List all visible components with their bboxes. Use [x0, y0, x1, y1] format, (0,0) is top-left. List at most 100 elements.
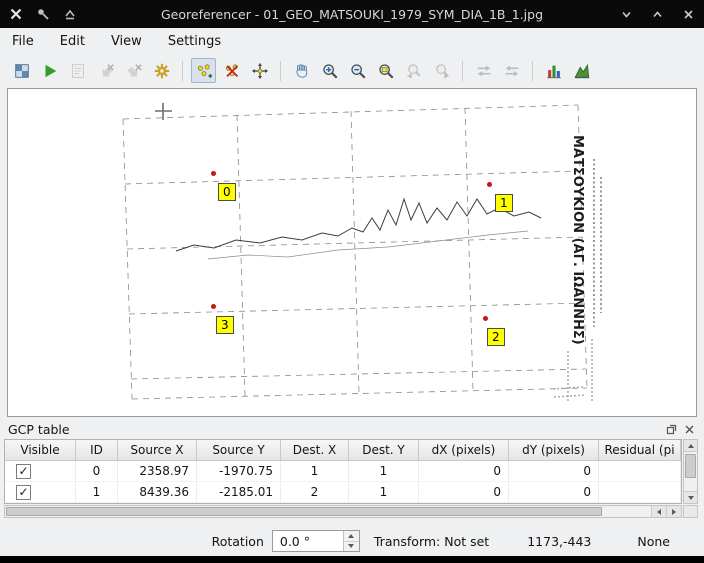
titlebar[interactable]: Georeferencer - 01_GEO_MATSOUKI_1979_SYM… — [0, 0, 704, 28]
add-point-icon — [195, 62, 213, 80]
horizontal-scrollbar-thumb[interactable] — [6, 507, 602, 516]
column-header-dest-y[interactable]: Dest. Y — [349, 440, 419, 461]
source-y-cell[interactable]: -1970.75 — [197, 461, 281, 482]
load-gcp-points-icon — [97, 62, 115, 80]
scroll-down-arrow-icon[interactable] — [684, 491, 697, 503]
zoom-next-button[interactable] — [429, 58, 454, 83]
panel-close-button[interactable] — [683, 423, 696, 436]
transformation-settings-button[interactable] — [149, 58, 174, 83]
dest-x-cell[interactable]: 1 — [281, 461, 349, 482]
generate-gdal-script-button[interactable] — [65, 58, 90, 83]
scanned-map-image: ΜΑΤΣΟΥΚΙΟΝ (ΑΓ. ΙΩΑΝΝΗΣ) — [8, 89, 696, 416]
toolbar-separator — [462, 61, 463, 81]
source-y-cell[interactable]: -2185.01 — [197, 482, 281, 503]
column-header-visible[interactable]: Visible — [5, 440, 76, 461]
keep-above-icon[interactable] — [62, 6, 78, 22]
rotation-spinner[interactable]: 0.0 ° — [272, 530, 360, 552]
dest-x-cell[interactable]: 2 — [281, 482, 349, 503]
gcp-marker-label-1[interactable]: 1 — [495, 194, 513, 212]
vertical-scrollbar-thumb[interactable] — [685, 454, 696, 478]
gcp-marker-dot-2[interactable] — [483, 316, 488, 321]
source-x-cell[interactable]: 2358.97 — [118, 461, 197, 482]
spinner-down-button[interactable] — [344, 542, 359, 552]
gcp-panel-header: GCP table — [0, 419, 704, 439]
delete-point-button[interactable] — [219, 58, 244, 83]
rotation-label: Rotation — [212, 534, 264, 549]
local-histogram-stretch-button[interactable] — [569, 58, 594, 83]
id-cell[interactable]: 1 — [76, 482, 118, 503]
load-gcp-points-button[interactable] — [93, 58, 118, 83]
maximize-button[interactable] — [649, 6, 665, 22]
gcp-marker-dot-3[interactable] — [211, 304, 216, 309]
dy-cell[interactable]: 0 — [509, 461, 599, 482]
gcp-marker-label-2[interactable]: 2 — [487, 328, 505, 346]
save-gcp-points-button[interactable] — [121, 58, 146, 83]
residual-cell[interactable] — [599, 482, 681, 503]
scroll-left-arrow-icon[interactable] — [651, 506, 666, 517]
pan-button[interactable] — [289, 58, 314, 83]
link-qgis-to-georeferencer-button[interactable] — [499, 58, 524, 83]
scroll-right-arrow-icon[interactable] — [666, 506, 681, 517]
scroll-up-arrow-icon[interactable] — [684, 440, 697, 452]
menu-file[interactable]: File — [12, 34, 34, 49]
source-x-cell[interactable]: 8439.36 — [118, 482, 197, 503]
vertical-scrollbar[interactable] — [683, 439, 698, 504]
link-qgis-to-georeferencer-icon — [503, 62, 521, 80]
full-histogram-stretch-button[interactable] — [541, 58, 566, 83]
dy-cell[interactable]: 0 — [509, 482, 599, 503]
gcp-marker-label-3[interactable]: 3 — [216, 316, 234, 334]
id-cell[interactable]: 0 — [76, 461, 118, 482]
zoom-to-layer-button[interactable] — [373, 58, 398, 83]
map-title-text: ΜΑΤΣΟΥΚΙΟΝ (ΑΓ. ΙΩΑΝΝΗΣ) — [570, 135, 585, 345]
menu-edit[interactable]: Edit — [60, 34, 85, 49]
gcp-marker-dot-0[interactable] — [211, 171, 216, 176]
dx-cell[interactable]: 0 — [419, 482, 509, 503]
visible-checkbox[interactable]: ✓ — [16, 485, 31, 500]
close-button[interactable] — [680, 6, 696, 22]
menu-view[interactable]: View — [111, 34, 142, 49]
open-raster-button[interactable] — [9, 58, 34, 83]
column-header-id[interactable]: ID — [76, 440, 118, 461]
zoom-in-button[interactable] — [317, 58, 342, 83]
link-georeferencer-to-qgis-icon — [475, 62, 493, 80]
column-header-source-y[interactable]: Source Y — [197, 440, 281, 461]
panel-float-button[interactable] — [665, 423, 678, 436]
link-georeferencer-to-qgis-button[interactable] — [471, 58, 496, 83]
visible-checkbox[interactable]: ✓ — [16, 464, 31, 479]
pin-icon[interactable] — [35, 6, 51, 22]
map-canvas[interactable]: ΜΑΤΣΟΥΚΙΟΝ (ΑΓ. ΙΩΑΝΝΗΣ) 0 1 2 — [7, 88, 697, 417]
pan-hand-icon — [293, 62, 311, 80]
add-point-button[interactable] — [191, 58, 216, 83]
transform-status: Transform: Not set — [374, 534, 489, 549]
zoom-last-button[interactable] — [401, 58, 426, 83]
dest-y-cell[interactable]: 1 — [349, 482, 419, 503]
column-header-residual[interactable]: Residual (pi — [599, 440, 681, 461]
horizontal-scrollbar[interactable] — [4, 505, 682, 518]
gcp-marker-label-0[interactable]: 0 — [218, 183, 236, 201]
column-header-dx[interactable]: dX (pixels) — [419, 440, 509, 461]
minimize-button[interactable] — [618, 6, 634, 22]
column-header-dest-x[interactable]: Dest. X — [281, 440, 349, 461]
column-header-source-x[interactable]: Source X — [118, 440, 197, 461]
gcp-panel-title: GCP table — [8, 422, 70, 437]
save-gcp-points-icon — [125, 62, 143, 80]
residual-cell[interactable] — [599, 461, 681, 482]
local-histogram-stretch-icon — [573, 62, 591, 80]
move-point-button[interactable] — [247, 58, 272, 83]
crs-indicator: None — [637, 534, 670, 549]
statusbar: Rotation 0.0 ° Transform: Not set 1173,-… — [0, 526, 704, 556]
start-georeferencing-icon — [41, 62, 59, 80]
spinner-up-button[interactable] — [344, 531, 359, 542]
column-header-dy[interactable]: dY (pixels) — [509, 440, 599, 461]
dest-y-cell[interactable]: 1 — [349, 461, 419, 482]
scrollbar-corner — [683, 505, 698, 518]
gcp-marker-dot-1[interactable] — [487, 182, 492, 187]
gcp-table-panel: GCP table Visible ID Source X Source Y D… — [0, 419, 704, 519]
zoom-out-button[interactable] — [345, 58, 370, 83]
menu-settings[interactable]: Settings — [168, 34, 221, 49]
start-georeferencing-button[interactable] — [37, 58, 62, 83]
generate-gdal-script-icon — [69, 62, 87, 80]
visible-cell: ✓ — [5, 482, 76, 503]
dx-cell[interactable]: 0 — [419, 461, 509, 482]
georeferencer-window: Georeferencer - 01_GEO_MATSOUKI_1979_SYM… — [0, 0, 704, 563]
